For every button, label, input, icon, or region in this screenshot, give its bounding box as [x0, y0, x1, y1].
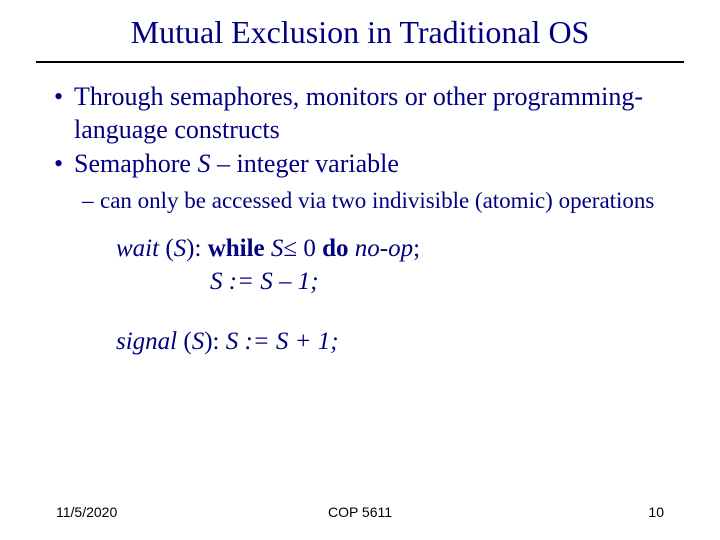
signal-paren-close: ): [204, 328, 226, 355]
slide-title: Mutual Exclusion in Traditional OS [0, 0, 720, 61]
footer-course: COP 5611 [328, 504, 392, 520]
signal-definition: signal (S): S := S + 1; [116, 328, 680, 356]
sub-bullet-1: – can only be accessed via two indivisib… [82, 187, 680, 216]
wait-line-1: wait (S): while S≤ 0 do no-op; [116, 233, 680, 266]
noop: no-op [349, 235, 414, 262]
wait-paren-open: ( [159, 235, 174, 262]
wait-paren-close: ): [186, 235, 208, 262]
signal-body: S := S + 1; [226, 328, 339, 355]
while-var: S [271, 235, 284, 262]
sub-bullet-1-text: can only be accessed via two indivisible… [100, 187, 654, 216]
bullet-1: • Through semaphores, monitors or other … [54, 81, 680, 146]
do-keyword: do [322, 235, 348, 262]
while-keyword: while [208, 235, 265, 262]
wait-keyword: wait [116, 235, 159, 262]
bullet-dot-icon: • [54, 148, 74, 181]
bullet-dot-icon: • [54, 81, 74, 114]
semaphore-var: S [197, 149, 210, 178]
dash-icon: – [82, 187, 100, 216]
signal-keyword: signal [116, 328, 177, 355]
bullet-2: • Semaphore S – integer variable [54, 148, 680, 181]
bullet-2-prefix: Semaphore [74, 149, 197, 178]
wait-definition: wait (S): while S≤ 0 do no-op; S := S – … [116, 233, 680, 298]
signal-paren-open: ( [177, 328, 192, 355]
wait-var: S [174, 235, 187, 262]
bullet-2-text: Semaphore S – integer variable [74, 148, 680, 181]
footer-date: 11/5/2020 [56, 504, 117, 520]
bullet-2-suffix: – integer variable [210, 149, 398, 178]
while-cond: ≤ 0 [283, 235, 322, 262]
wait-line-2: S := S – 1; [210, 266, 680, 299]
title-divider [36, 61, 684, 63]
signal-var: S [192, 328, 205, 355]
semicolon-1: ; [413, 235, 420, 262]
bullet-1-text: Through semaphores, monitors or other pr… [74, 81, 680, 146]
slide-content: • Through semaphores, monitors or other … [0, 81, 720, 356]
slide-footer: 11/5/2020 COP 5611 10 [0, 504, 720, 520]
footer-page-number: 10 [648, 504, 664, 520]
